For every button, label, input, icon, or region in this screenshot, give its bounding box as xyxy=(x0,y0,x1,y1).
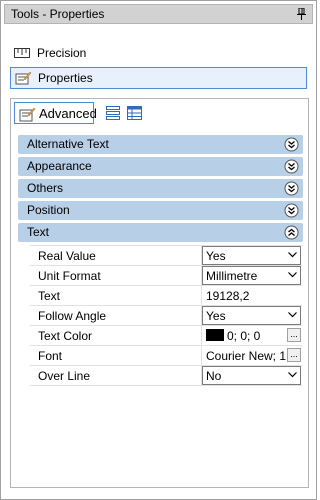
property-name-cell: Follow Angle xyxy=(30,306,202,325)
chevron-down-icon xyxy=(288,312,297,318)
expand-chevron-icon[interactable] xyxy=(284,137,299,152)
dropdown-value: Yes xyxy=(206,309,226,323)
property-name: Real Value xyxy=(38,249,96,263)
property-name: Follow Angle xyxy=(38,309,107,323)
property-name-cell: Text Color xyxy=(30,326,202,345)
properties-panel: Tools - Properties Precision Properties xyxy=(0,0,317,500)
panel-title: Tools - Properties xyxy=(11,7,105,21)
section-position[interactable]: Position xyxy=(18,201,303,220)
properties-toolbar: Advanced xyxy=(14,102,304,126)
property-name: Over Line xyxy=(38,369,91,383)
property-name-cell: Real Value xyxy=(30,246,202,265)
expand-chevron-icon[interactable] xyxy=(284,203,299,218)
property-value-cell: Yes xyxy=(202,246,302,265)
section-label: Text xyxy=(27,225,50,239)
advanced-button[interactable]: Advanced xyxy=(14,102,97,124)
text-value-field[interactable]: 19128,2 xyxy=(202,286,302,305)
text-value: 19128,2 xyxy=(206,289,250,303)
color-picker-button[interactable]: ... xyxy=(287,328,301,342)
property-row-text-color: Text Color 0; 0; 0 ... xyxy=(30,326,302,346)
advanced-properties-icon xyxy=(19,107,35,122)
list-view-icon[interactable] xyxy=(106,106,120,120)
property-row-over-line: Over Line No xyxy=(30,366,302,386)
ruler-icon xyxy=(14,48,30,58)
text-color-field[interactable]: 0; 0; 0 ... xyxy=(202,326,302,345)
pin-icon[interactable] xyxy=(297,8,306,20)
color-swatch xyxy=(206,329,224,341)
expand-chevron-icon[interactable] xyxy=(284,181,299,196)
property-name-cell: Unit Format xyxy=(30,266,202,285)
section-appearance[interactable]: Appearance xyxy=(18,157,303,176)
font-value: Courier New; 12pt xyxy=(206,349,286,363)
chevron-down-icon xyxy=(288,272,297,278)
property-row-follow-angle: Follow Angle Yes xyxy=(30,306,302,326)
section-alternative-text[interactable]: Alternative Text xyxy=(18,135,303,154)
collapse-chevron-icon[interactable] xyxy=(284,225,299,240)
section-label: Alternative Text xyxy=(27,137,109,151)
property-value-cell: Millimetre xyxy=(202,266,302,285)
property-row-font: Font Courier New; 12pt ... xyxy=(30,346,302,366)
color-value: 0; 0; 0 xyxy=(227,329,261,343)
section-label: Others xyxy=(27,181,64,195)
dropdown-value: Yes xyxy=(206,249,226,263)
expand-chevron-icon[interactable] xyxy=(284,159,299,174)
unit-format-dropdown[interactable]: Millimetre xyxy=(202,266,301,285)
advanced-label: Advanced xyxy=(39,106,97,121)
section-text[interactable]: Text xyxy=(18,223,303,242)
properties-content: Advanced Alternative Text Appearance Oth… xyxy=(10,98,309,488)
font-picker-button[interactable]: ... xyxy=(287,348,301,362)
property-row-unit-format: Unit Format Millimetre xyxy=(30,266,302,286)
font-field[interactable]: Courier New; 12pt ... xyxy=(202,346,302,365)
over-line-dropdown[interactable]: No xyxy=(202,366,301,385)
panel-title-bar[interactable]: Tools - Properties xyxy=(4,4,313,24)
property-row-text: Text 19128,2 xyxy=(30,286,302,306)
property-row-real-value: Real Value Yes xyxy=(30,246,302,266)
property-name: Unit Format xyxy=(38,269,101,283)
property-name: Text Color xyxy=(38,329,93,343)
chevron-down-icon xyxy=(288,252,297,258)
nav-item-precision[interactable]: Precision xyxy=(10,43,307,63)
section-label: Appearance xyxy=(27,159,92,173)
properties-icon xyxy=(15,71,31,85)
property-name: Font xyxy=(38,349,63,363)
property-name-cell: Font xyxy=(30,346,202,365)
nav-item-properties[interactable]: Properties xyxy=(10,67,307,89)
section-others[interactable]: Others xyxy=(18,179,303,198)
table-view-icon[interactable] xyxy=(127,106,142,120)
nav-label-precision: Precision xyxy=(37,46,87,60)
chevron-down-icon xyxy=(288,372,297,378)
property-value-cell: No xyxy=(202,366,302,385)
dropdown-value: No xyxy=(206,369,222,383)
property-name: Text xyxy=(38,289,61,303)
property-name-cell: Text xyxy=(30,286,202,305)
nav-label-properties: Properties xyxy=(38,71,93,85)
dropdown-value: Millimetre xyxy=(206,269,258,283)
property-value-cell: Yes xyxy=(202,306,302,325)
follow-angle-dropdown[interactable]: Yes xyxy=(202,306,301,325)
section-label: Position xyxy=(27,203,70,217)
property-name-cell: Over Line xyxy=(30,366,202,385)
property-grid: Real Value Yes Unit Format Millimetre Te… xyxy=(30,245,302,386)
real-value-dropdown[interactable]: Yes xyxy=(202,246,301,265)
